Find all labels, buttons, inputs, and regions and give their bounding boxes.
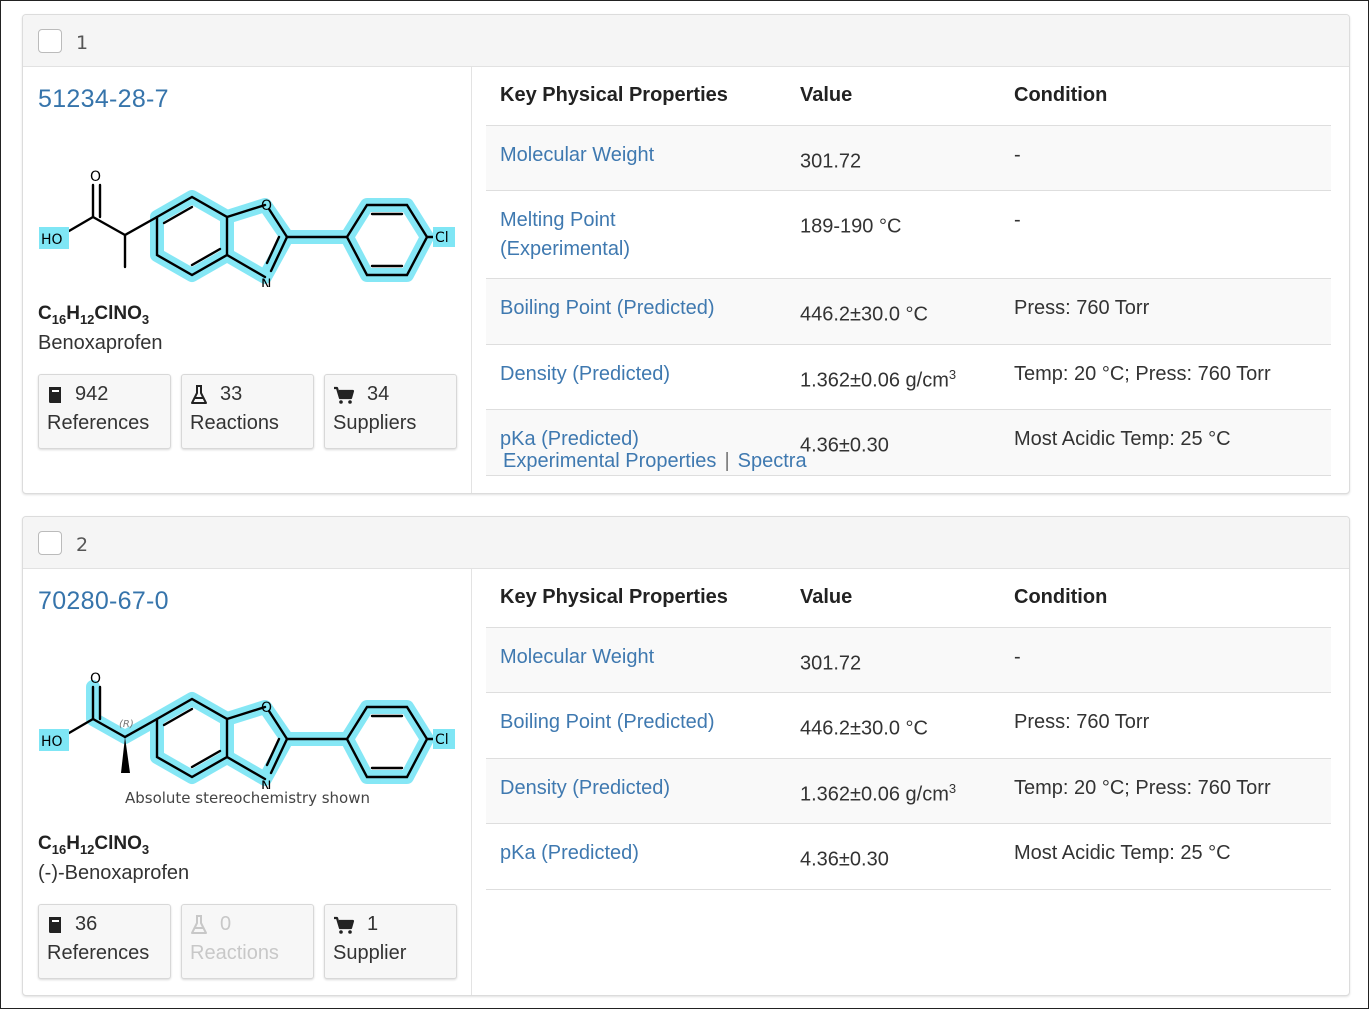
book-icon — [48, 916, 61, 933]
table-row: Boiling Point (Predicted) 446.2±30.0 °C … — [486, 278, 1331, 345]
property-value: 301.72 — [786, 627, 1000, 694]
table-row: Molecular Weight 301.72 - — [486, 627, 1331, 694]
substance-summary: 51234-28-7 HO O O N Cl C16H12ClNO3 Benox… — [23, 67, 472, 493]
property-link[interactable]: Molecular Weight — [486, 627, 786, 694]
property-links: Experimental Properties | Spectra — [503, 450, 807, 473]
substance-name: (-)-Benoxaprofen — [38, 862, 190, 884]
reactions-button[interactable]: 33 Reactions — [181, 374, 314, 449]
property-link[interactable]: Molecular Weight — [486, 125, 786, 192]
carbonyl-o-label: O — [90, 671, 101, 687]
property-link[interactable]: pKa (Predicted) — [486, 823, 786, 891]
table-row: pKa (Predicted) 4.36±0.30 Most Acidic Te… — [486, 823, 1331, 891]
column-header-property: Key Physical Properties — [486, 569, 786, 628]
table-row: Boiling Point (Predicted) 446.2±30.0 °C … — [486, 692, 1331, 759]
property-condition: Most Acidic Temp: 25 °C — [1000, 823, 1331, 891]
ring-n-label: N — [261, 277, 271, 287]
property-condition: Press: 760 Torr — [1000, 692, 1331, 759]
ho-label: HO — [41, 232, 63, 248]
cas-number-link[interactable]: 70280-67-0 — [38, 587, 169, 616]
table-row: Density (Predicted) 1.362±0.06 g/cm3 Tem… — [486, 758, 1331, 825]
chemical-structure-image[interactable]: (R) HO O O N Cl — [37, 639, 457, 789]
column-header-value: Value — [786, 67, 1000, 126]
spectra-link[interactable]: Spectra — [738, 450, 807, 472]
table-row: Melting Point (Experimental) 189-190 °C … — [486, 190, 1331, 280]
key-properties-table: Key Physical Properties Value Condition … — [486, 67, 1331, 477]
select-checkbox[interactable] — [38, 28, 62, 53]
property-condition: Temp: 20 °C; Press: 760 Torr — [1000, 758, 1331, 825]
property-value: 446.2±30.0 °C — [786, 692, 1000, 759]
ho-label: HO — [41, 734, 63, 750]
ring-n-label: N — [261, 779, 271, 789]
property-condition: Press: 760 Torr — [1000, 278, 1331, 345]
property-value: 4.36±0.30 — [786, 409, 1000, 477]
result-card: 1 51234-28-7 HO O O N Cl C16H12ClNO3 Ben… — [22, 14, 1350, 494]
property-value: 1.362±0.06 g/cm3 — [786, 758, 1000, 825]
property-value: 1.362±0.06 g/cm3 — [786, 344, 1000, 411]
cart-icon — [334, 386, 355, 404]
cart-icon — [334, 916, 355, 934]
stereo-descriptor-label: (R) — [119, 719, 134, 730]
property-condition: - — [1000, 190, 1331, 280]
substance-summary: 70280-67-0 (R) HO O O N Cl Absolute ster… — [23, 569, 472, 995]
carbonyl-o-label: O — [90, 169, 101, 185]
key-properties-table: Key Physical Properties Value Condition … — [486, 569, 1331, 891]
result-card: 2 70280-67-0 (R) HO O O N Cl Absolute st… — [22, 516, 1350, 996]
property-condition: Most Acidic Temp: 25 °C — [1000, 409, 1331, 477]
cl-label: Cl — [435, 230, 449, 246]
column-header-property: Key Physical Properties — [486, 67, 786, 126]
table-row: Molecular Weight 301.72 - — [486, 125, 1331, 192]
property-value: 446.2±30.0 °C — [786, 278, 1000, 345]
column-header-condition: Condition — [1000, 67, 1331, 126]
key-properties-panel: Key Physical Properties Value Condition … — [486, 569, 1331, 891]
card-header: 1 — [23, 15, 1349, 67]
ring-o-label: O — [261, 198, 272, 214]
cl-label: Cl — [435, 732, 449, 748]
result-index: 2 — [76, 533, 89, 556]
link-separator: | — [724, 450, 730, 472]
select-checkbox[interactable] — [38, 530, 62, 555]
property-link[interactable]: Density (Predicted) — [486, 758, 786, 825]
chemical-structure-image[interactable]: HO O O N Cl — [37, 137, 457, 287]
column-header-value: Value — [786, 569, 1000, 628]
property-link[interactable]: Boiling Point (Predicted) — [486, 278, 786, 345]
references-button[interactable]: 36 References — [38, 904, 171, 979]
references-button[interactable]: 942 References — [38, 374, 171, 449]
ring-o-label: O — [261, 700, 272, 716]
property-condition: - — [1000, 125, 1331, 192]
suppliers-button[interactable]: 34 Suppliers — [324, 374, 457, 449]
table-row: Density (Predicted) 1.362±0.06 g/cm3 Tem… — [486, 344, 1331, 411]
property-value: 4.36±0.30 — [786, 823, 1000, 891]
property-link[interactable]: Boiling Point (Predicted) — [486, 692, 786, 759]
molecular-formula: C16H12ClNO3 — [38, 833, 150, 857]
flask-icon — [191, 914, 207, 934]
suppliers-button[interactable]: 1 Supplier — [324, 904, 457, 979]
key-properties-panel: Key Physical Properties Value Condition … — [486, 67, 1331, 477]
property-link[interactable]: Melting Point (Experimental) — [486, 190, 786, 280]
book-icon — [48, 386, 61, 403]
property-value: 189-190 °C — [786, 190, 1000, 280]
experimental-properties-link[interactable]: Experimental Properties — [503, 450, 716, 472]
reactions-button: 0 Reactions — [181, 904, 314, 979]
column-header-condition: Condition — [1000, 569, 1331, 628]
result-index: 1 — [76, 31, 89, 54]
property-link[interactable]: Density (Predicted) — [486, 344, 786, 411]
property-condition: Temp: 20 °C; Press: 760 Torr — [1000, 344, 1331, 411]
property-condition: - — [1000, 627, 1331, 694]
flask-icon — [191, 384, 207, 404]
cas-number-link[interactable]: 51234-28-7 — [38, 85, 169, 114]
stereochemistry-note: Absolute stereochemistry shown — [124, 789, 371, 807]
card-header: 2 — [23, 517, 1349, 569]
property-value: 301.72 — [786, 125, 1000, 192]
molecular-formula: C16H12ClNO3 — [38, 303, 150, 327]
substance-name: Benoxaprofen — [38, 332, 163, 354]
